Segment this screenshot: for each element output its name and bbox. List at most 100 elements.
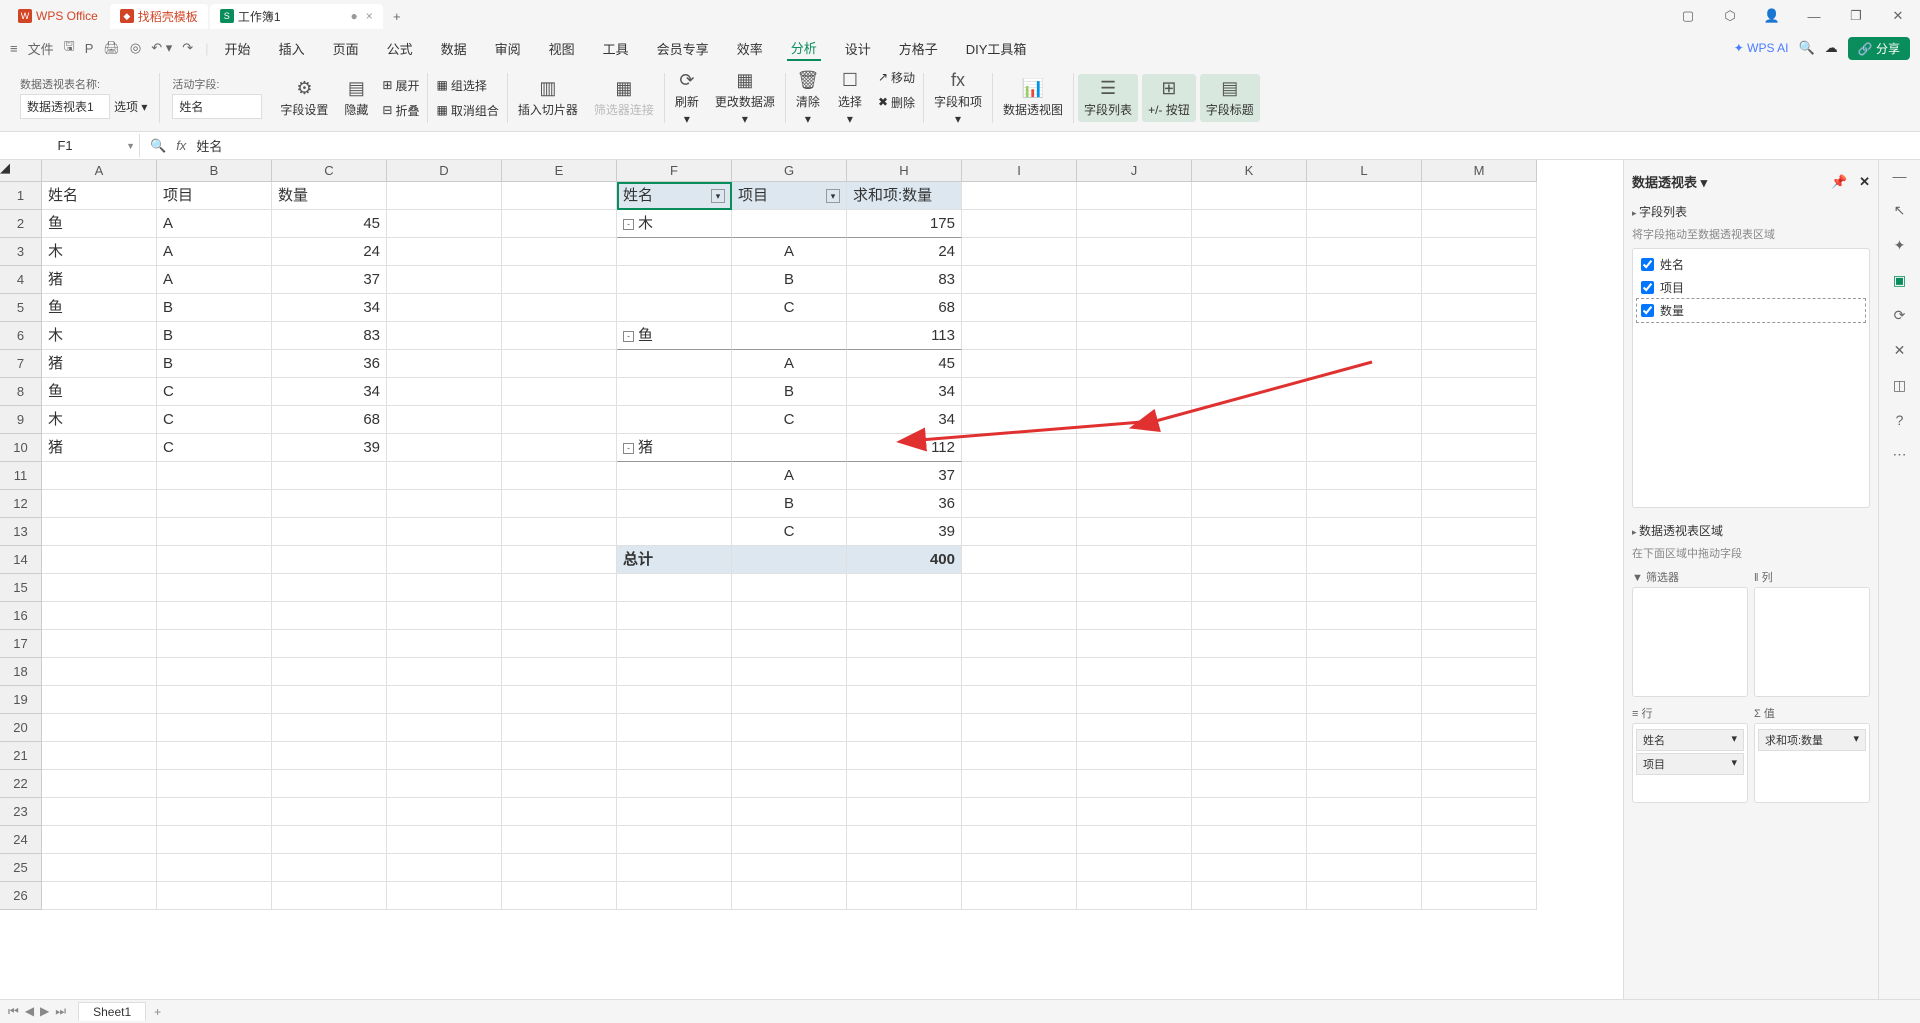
delete-button[interactable]: ✖ 删除 <box>874 92 919 113</box>
col-header-H[interactable]: H <box>847 160 962 181</box>
collapse-button[interactable]: ⊟ 折叠 <box>378 100 423 121</box>
minimize-button[interactable]: — <box>1800 9 1828 24</box>
cell-G7[interactable]: A <box>732 350 847 378</box>
cols-drop-area[interactable] <box>1754 587 1870 697</box>
cell-E12[interactable] <box>502 490 617 518</box>
cell-A8[interactable]: 鱼 <box>42 378 157 406</box>
cell-G9[interactable]: C <box>732 406 847 434</box>
cell-M15[interactable] <box>1422 574 1537 602</box>
cell-D1[interactable] <box>387 182 502 210</box>
cell-A19[interactable] <box>42 686 157 714</box>
refresh-side-icon[interactable]: ⟳ <box>1894 307 1906 324</box>
cell-M8[interactable] <box>1422 378 1537 406</box>
group-button[interactable]: ▦ 组选择 <box>432 75 502 96</box>
cell-I8[interactable] <box>962 378 1077 406</box>
col-header-A[interactable]: A <box>42 160 157 181</box>
share-button[interactable]: 🔗 分享 <box>1848 37 1910 60</box>
cell-E13[interactable] <box>502 518 617 546</box>
row-header-22[interactable]: 22 <box>0 770 41 798</box>
cell-M10[interactable] <box>1422 434 1537 462</box>
cell-C1[interactable]: 数量 <box>272 182 387 210</box>
cell-B12[interactable] <box>157 490 272 518</box>
cell-L10[interactable] <box>1307 434 1422 462</box>
col-header-M[interactable]: M <box>1422 160 1537 181</box>
cell-L6[interactable] <box>1307 322 1422 350</box>
cell-M20[interactable] <box>1422 714 1537 742</box>
cell-H22[interactable] <box>847 770 962 798</box>
cell-L14[interactable] <box>1307 546 1422 574</box>
hide-button[interactable]: ▤隐藏 <box>338 74 374 122</box>
cell-B18[interactable] <box>157 658 272 686</box>
more-icon[interactable]: ⋯ <box>1893 446 1907 463</box>
cell-A26[interactable] <box>42 882 157 910</box>
refresh-button[interactable]: ⟳刷新 ▾ <box>669 66 705 130</box>
filter-icon[interactable]: ▾ <box>711 189 725 203</box>
cell-J17[interactable] <box>1077 630 1192 658</box>
cell-D5[interactable] <box>387 294 502 322</box>
cell-J20[interactable] <box>1077 714 1192 742</box>
cell-E3[interactable] <box>502 238 617 266</box>
cell-E17[interactable] <box>502 630 617 658</box>
cell-H20[interactable] <box>847 714 962 742</box>
cell-L19[interactable] <box>1307 686 1422 714</box>
cells-grid[interactable]: 姓名项目数量姓名▾项目▾求和项:数量鱼A45-木175木A24A24猪A37B8… <box>42 182 1537 910</box>
field-checkbox[interactable] <box>1641 281 1654 294</box>
cell-M17[interactable] <box>1422 630 1537 658</box>
cell-A6[interactable]: 木 <box>42 322 157 350</box>
cell-L23[interactable] <box>1307 798 1422 826</box>
cell-B5[interactable]: B <box>157 294 272 322</box>
cell-A24[interactable] <box>42 826 157 854</box>
col-header-E[interactable]: E <box>502 160 617 181</box>
cell-H3[interactable]: 24 <box>847 238 962 266</box>
menu-方格子[interactable]: 方格子 <box>895 37 942 60</box>
cell-A14[interactable] <box>42 546 157 574</box>
row-header-13[interactable]: 13 <box>0 518 41 546</box>
cell-F23[interactable] <box>617 798 732 826</box>
cell-M26[interactable] <box>1422 882 1537 910</box>
cell-B4[interactable]: A <box>157 266 272 294</box>
menu-审阅[interactable]: 审阅 <box>491 37 525 60</box>
col-header-F[interactable]: F <box>617 160 732 181</box>
cell-L25[interactable] <box>1307 854 1422 882</box>
select-button[interactable]: ☐选择 ▾ <box>832 66 868 130</box>
cell-C20[interactable] <box>272 714 387 742</box>
cell-K13[interactable] <box>1192 518 1307 546</box>
cell-E7[interactable] <box>502 350 617 378</box>
cell-I2[interactable] <box>962 210 1077 238</box>
cell-J7[interactable] <box>1077 350 1192 378</box>
clear-button[interactable]: 🗑清除 ▾ <box>790 66 826 130</box>
cell-G10[interactable] <box>732 434 847 462</box>
cell-L4[interactable] <box>1307 266 1422 294</box>
cell-M9[interactable] <box>1422 406 1537 434</box>
fields-section-title[interactable]: 字段列表 <box>1632 199 1870 224</box>
cell-H4[interactable]: 83 <box>847 266 962 294</box>
cell-B1[interactable]: 项目 <box>157 182 272 210</box>
cell-H14[interactable]: 400 <box>847 546 962 574</box>
cell-K26[interactable] <box>1192 882 1307 910</box>
cell-E11[interactable] <box>502 462 617 490</box>
cell-M22[interactable] <box>1422 770 1537 798</box>
cell-E2[interactable] <box>502 210 617 238</box>
cell-M11[interactable] <box>1422 462 1537 490</box>
select-all-corner[interactable]: ◢ <box>0 160 42 182</box>
cell-K1[interactable] <box>1192 182 1307 210</box>
cell-H1[interactable]: 求和项:数量 <box>847 182 962 210</box>
redo-icon[interactable]: ↷ <box>182 40 193 56</box>
cell-H16[interactable] <box>847 602 962 630</box>
cell-B7[interactable]: B <box>157 350 272 378</box>
cell-H5[interactable]: 68 <box>847 294 962 322</box>
cell-L9[interactable] <box>1307 406 1422 434</box>
add-sheet-button[interactable]: + <box>146 1005 169 1019</box>
cloud-icon[interactable]: ☁ <box>1825 40 1838 56</box>
change-source-button[interactable]: ▦更改数据源 ▾ <box>709 66 781 130</box>
row-header-21[interactable]: 21 <box>0 742 41 770</box>
cell-A18[interactable] <box>42 658 157 686</box>
collapse-panel-icon[interactable]: — <box>1893 168 1907 184</box>
cell-C11[interactable] <box>272 462 387 490</box>
cell-E25[interactable] <box>502 854 617 882</box>
row-header-25[interactable]: 25 <box>0 854 41 882</box>
cell-K4[interactable] <box>1192 266 1307 294</box>
cell-E15[interactable] <box>502 574 617 602</box>
cell-A2[interactable]: 鱼 <box>42 210 157 238</box>
cell-K5[interactable] <box>1192 294 1307 322</box>
